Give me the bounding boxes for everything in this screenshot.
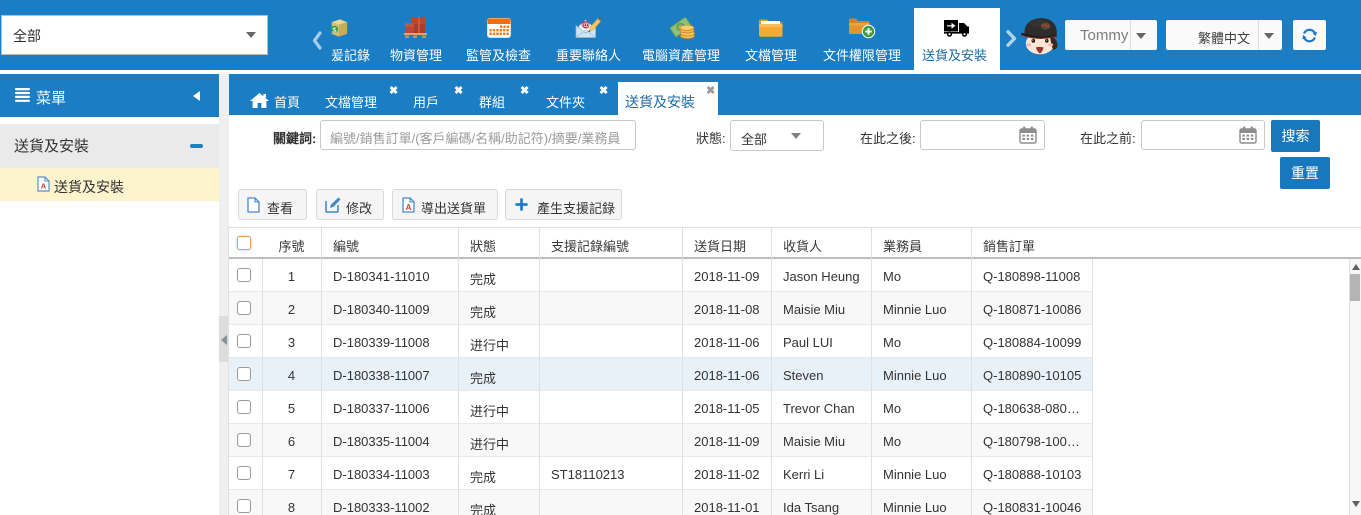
svg-text:$: $: [332, 25, 337, 34]
svg-text:A: A: [41, 182, 47, 191]
svg-text:@: @: [582, 21, 589, 30]
svg-text:A: A: [406, 203, 412, 212]
